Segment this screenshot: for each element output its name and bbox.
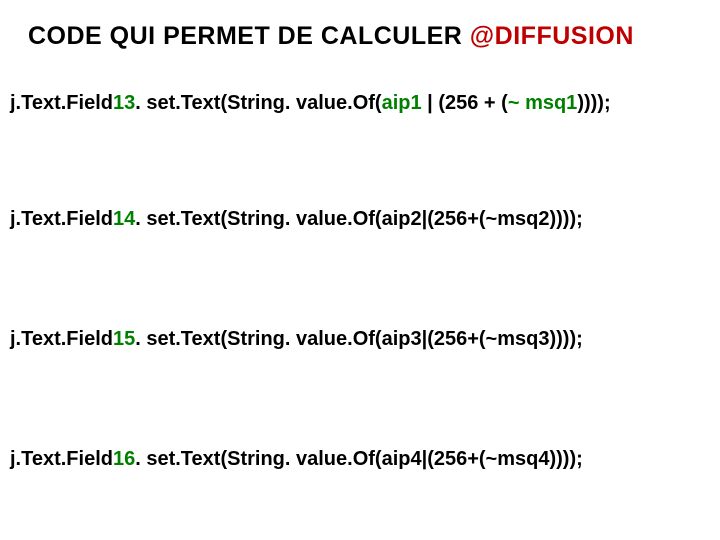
title-highlight: @DIFFUSION: [470, 22, 634, 50]
slide-title: CODE QUI PERMET DE CALCULER @DIFFUSION: [28, 22, 634, 51]
code-text: j.Text.Field: [10, 328, 113, 350]
code-number: 15: [113, 328, 135, 350]
code-text: j.Text.Field: [10, 448, 113, 470]
title-prefix: CODE QUI PERMET DE CALCULER: [28, 22, 470, 50]
code-number: 14: [113, 208, 135, 230]
code-number: 13: [113, 92, 135, 114]
code-arg: aip1: [382, 92, 422, 114]
code-text: . set.Text(String. value.Of(aip2|(256+(~…: [135, 208, 583, 230]
code-text: j.Text.Field: [10, 92, 113, 114]
code-number: 16: [113, 448, 135, 470]
code-line-1: j.Text.Field13. set.Text(String. value.O…: [10, 92, 611, 115]
code-text: . set.Text(String. value.Of(: [135, 92, 381, 114]
code-text: | (256 + (: [422, 92, 508, 114]
code-text: j.Text.Field: [10, 208, 113, 230]
code-line-2: j.Text.Field14. set.Text(String. value.O…: [10, 208, 583, 231]
code-line-3: j.Text.Field15. set.Text(String. value.O…: [10, 328, 583, 351]
code-arg: msq1: [525, 92, 577, 114]
code-tilde: ~: [508, 92, 520, 114]
code-line-4: j.Text.Field16. set.Text(String. value.O…: [10, 448, 583, 471]
code-text: . set.Text(String. value.Of(aip4|(256+(~…: [135, 448, 583, 470]
code-text: . set.Text(String. value.Of(aip3|(256+(~…: [135, 328, 583, 350]
slide: CODE QUI PERMET DE CALCULER @DIFFUSION j…: [0, 0, 720, 540]
code-text: ))));: [577, 92, 610, 114]
